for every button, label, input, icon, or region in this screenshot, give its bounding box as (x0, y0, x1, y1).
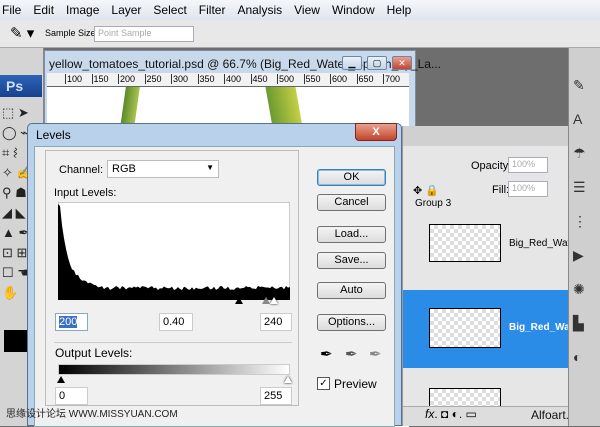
ruler-tick: 350 (198, 74, 215, 84)
output-white-field[interactable]: 255 (260, 387, 292, 405)
ruler-tick: 400 (224, 74, 241, 84)
sample-size-label: Sample Size: (45, 28, 98, 38)
layers-panel-header (403, 126, 569, 146)
levels-dialog: Levels X Channel: RGB ▼ Input Levels: 200… (27, 123, 402, 426)
ruler-tick: 100 (65, 74, 82, 84)
input-white-slider[interactable] (270, 297, 278, 304)
output-black-field[interactable]: 0 (55, 387, 88, 405)
menu-edit[interactable]: Edit (31, 3, 61, 17)
auto-button[interactable]: Auto (317, 282, 386, 299)
gray-eyedropper-icon[interactable]: ✒ (345, 345, 358, 363)
ruler-tick: 700 (383, 74, 400, 84)
output-gradient (58, 364, 290, 375)
ruler: 100 150 200 250 300 350 400 450 500 550 600 650 700 (47, 73, 409, 87)
dock-icons[interactable]: ✎ A ☂ ☰ ⋮ ▶ ✺ ▙ ◐ (573, 68, 587, 374)
minimize-button[interactable]: ▁ (342, 56, 362, 70)
menu-layer[interactable]: Layer (109, 3, 148, 17)
input-slider-track (58, 297, 290, 300)
input-black-field[interactable]: 200 (55, 313, 88, 331)
output-black-slider[interactable] (57, 376, 65, 383)
output-levels-label: Output Levels: (55, 346, 132, 360)
ruler-tick: 300 (171, 74, 188, 84)
menu-select[interactable]: Select (151, 3, 193, 17)
layers-panel: Opacity: 100% ✥ 🔒 Fill: 100% Group 3 Big… (402, 126, 568, 426)
black-eyedropper-icon[interactable]: ✒ (320, 345, 333, 363)
opacity-field[interactable]: 100% (508, 157, 548, 173)
fx-icon[interactable]: fx. ◘ ◐. ▭ (425, 407, 477, 421)
menu-image[interactable]: Image (64, 3, 106, 17)
input-levels-label: Input Levels: (54, 187, 116, 199)
ruler-tick: 450 (251, 74, 268, 84)
ruler-tick: 550 (304, 74, 321, 84)
histogram (58, 202, 290, 298)
sample-size-select[interactable]: Point Sample (94, 26, 194, 42)
menu-bar: File Edit Image Layer Select Filter Anal… (0, 0, 600, 20)
channel-value: RGB (112, 163, 136, 175)
options-bar: ✎ ▾ Sample Size: Point Sample (0, 20, 600, 48)
dialog-title: Levels (36, 128, 71, 142)
menu-file[interactable]: File (0, 3, 28, 17)
channel-label: Channel: (59, 164, 103, 176)
input-white-field[interactable]: 240 (260, 313, 292, 331)
dialog-close-button[interactable]: X (355, 123, 397, 141)
fill-field[interactable]: 100% (508, 181, 548, 197)
layer-group[interactable]: Group 3 (415, 198, 451, 209)
input-gamma-field[interactable]: 0.40 (159, 313, 193, 331)
menu-analysis[interactable]: Analysis (235, 3, 289, 17)
input-gamma-slider[interactable] (262, 297, 270, 304)
close-button[interactable]: ✕ (392, 56, 412, 70)
layer-row[interactable]: Big_Red_Water... (403, 214, 569, 288)
menu-window[interactable]: Window (330, 3, 382, 17)
layer-row-selected[interactable]: Big_Red_Wa... (403, 290, 569, 368)
photoshop-logo: Ps (0, 75, 42, 97)
ruler-tick: 200 (118, 74, 135, 84)
maximize-button[interactable]: ▢ (367, 56, 387, 70)
cancel-button[interactable]: Cancel (317, 194, 386, 211)
load-button[interactable]: Load... (317, 226, 386, 243)
menu-view[interactable]: View (292, 3, 327, 17)
output-white-slider[interactable] (284, 376, 292, 383)
input-black-slider[interactable] (235, 297, 243, 304)
input-black-value: 200 (59, 316, 77, 328)
dialog-body: Channel: RGB ▼ Input Levels: 200 0.40 240… (34, 146, 395, 427)
divider (54, 342, 292, 343)
white-eyedropper-icon[interactable]: ✒ (369, 345, 382, 363)
lock-icons[interactable]: ✥ 🔒 (413, 184, 439, 197)
menu-filter[interactable]: Filter (197, 3, 233, 17)
save-button[interactable]: Save... (317, 252, 386, 269)
preview-checkbox[interactable]: ✓ (317, 377, 330, 390)
options-button[interactable]: Options... (317, 314, 386, 331)
ruler-tick: 500 (277, 74, 294, 84)
eyedropper-icon[interactable]: ✎ ▾ (10, 24, 34, 42)
ruler-tick: 600 (330, 74, 347, 84)
ruler-tick: 250 (145, 74, 162, 84)
watermark-left: 思缘设计论坛 WWW.MISSYUAN.COM (6, 405, 178, 420)
ruler-tick: 650 (357, 74, 374, 84)
grass-image (265, 87, 302, 127)
opacity-label: Opacity: (471, 160, 511, 172)
layer-thumbnail (429, 308, 501, 348)
channel-select[interactable]: RGB ▼ (107, 160, 219, 178)
preview-label: Preview (334, 377, 377, 391)
right-panel-dock: ✎ A ☂ ☰ ⋮ ▶ ✺ ▙ ◐ (568, 48, 600, 426)
ok-button[interactable]: OK (317, 169, 386, 186)
ruler-tick: 150 (92, 74, 109, 84)
fill-label: Fill: (492, 184, 509, 196)
menu-help[interactable]: Help (385, 3, 419, 17)
layer-thumbnail (429, 224, 501, 262)
